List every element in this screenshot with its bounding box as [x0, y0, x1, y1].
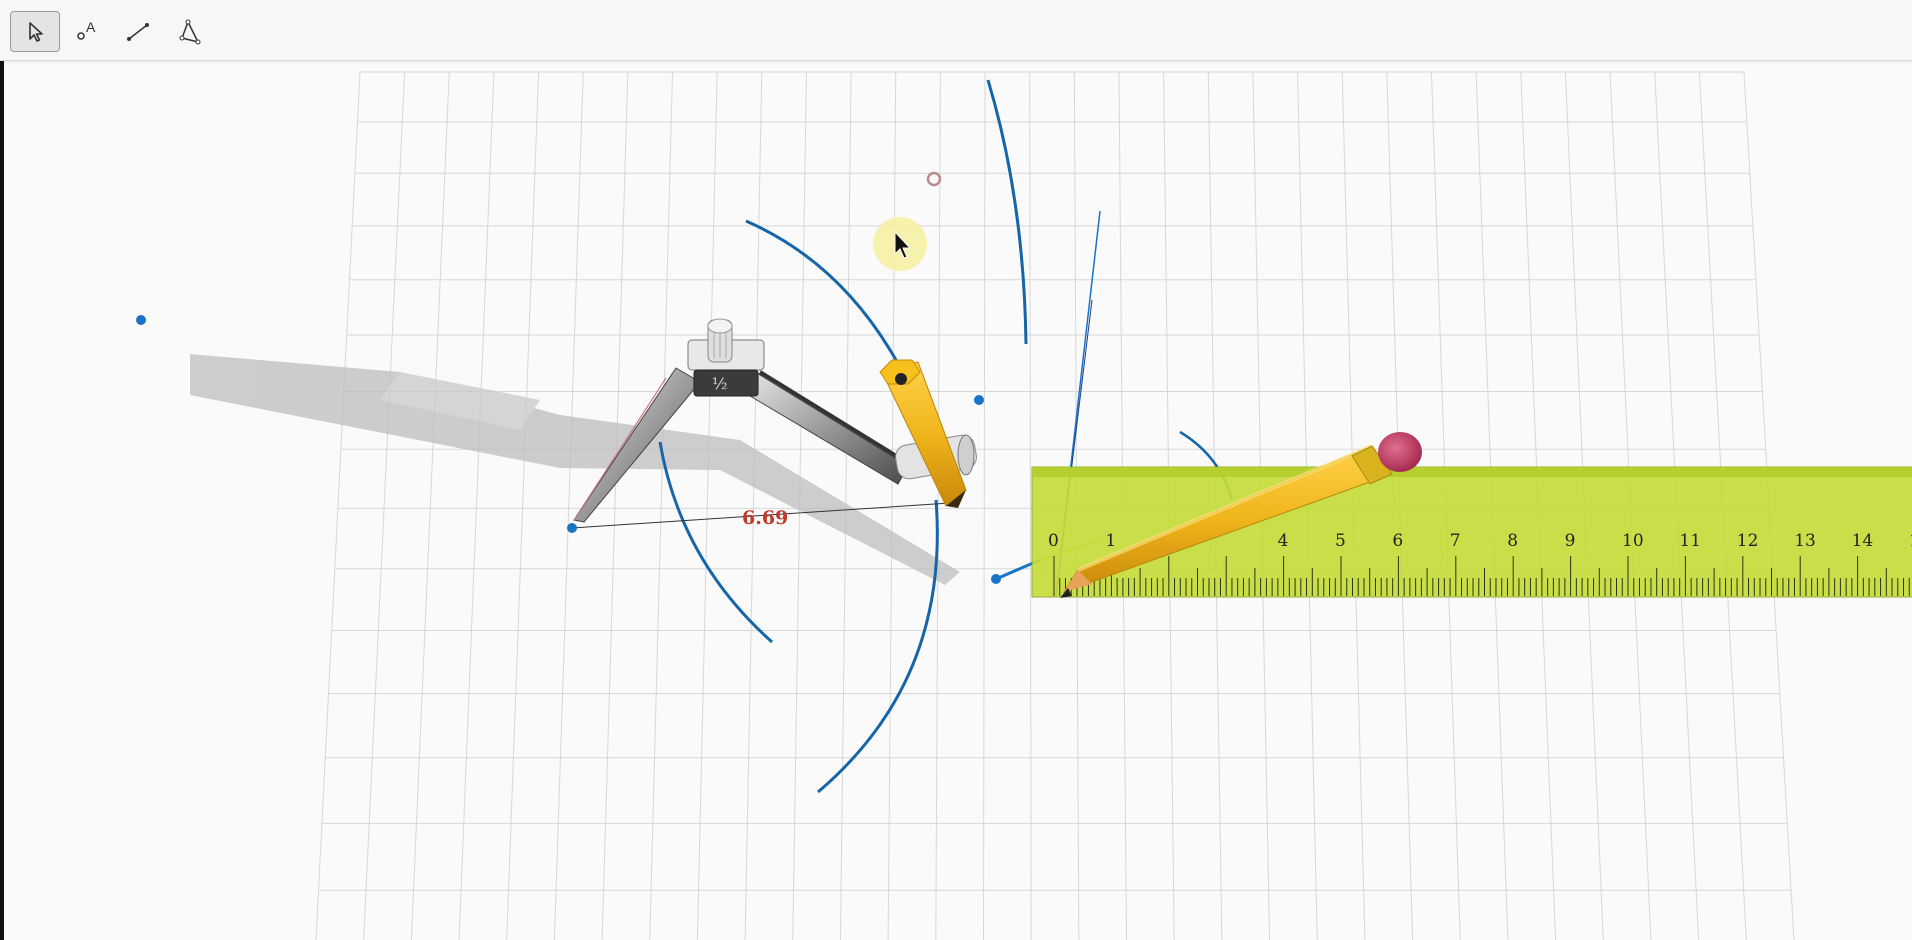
grid-line-vertical — [601, 71, 629, 940]
grid-line-vertical — [363, 71, 406, 940]
polygon-tool-button[interactable] — [164, 11, 214, 52]
point-mid[interactable] — [974, 395, 984, 405]
point-label-icon: A — [77, 19, 96, 40]
point-far-left[interactable] — [136, 315, 146, 325]
ruler-number: 8 — [1507, 531, 1518, 551]
ruler-number: 1 — [1105, 531, 1116, 551]
point-tool-button[interactable]: A — [62, 11, 112, 52]
ruler-number: 0 — [1048, 531, 1059, 551]
polygon-icon — [179, 19, 201, 44]
distance-label: 6.69 — [742, 507, 788, 529]
ruler-number: 9 — [1565, 531, 1576, 551]
ruler-number: 14 — [1852, 531, 1874, 551]
select-tool-button[interactable] — [10, 11, 60, 52]
grid-line-vertical — [982, 71, 986, 940]
grid-line-vertical — [315, 71, 361, 940]
ruler-number: 4 — [1278, 531, 1289, 551]
arc-top-right — [986, 79, 1028, 345]
grid-line-vertical — [458, 71, 495, 940]
grid-line-vertical — [506, 71, 540, 940]
grid-line-vertical — [696, 71, 718, 940]
cursor-arrow-icon — [29, 21, 43, 42]
segment-tool-button[interactable] — [113, 11, 163, 52]
ruler-number: 11 — [1679, 531, 1701, 551]
grid-line-vertical — [410, 71, 450, 940]
grid-line-vertical — [649, 71, 674, 940]
ruler-number: 13 — [1794, 531, 1816, 551]
grid-line-vertical — [887, 71, 897, 940]
compass-hinge-label: ½ — [712, 374, 728, 393]
ruler-number: 5 — [1335, 531, 1346, 551]
point-ray-start[interactable] — [991, 574, 1001, 584]
hover-point-indicator — [926, 171, 942, 187]
ruler-number: 12 — [1737, 531, 1759, 551]
ruler-number: 7 — [1450, 531, 1461, 551]
point-tool-label: A — [86, 19, 96, 35]
ruler-number: 6 — [1392, 531, 1403, 551]
grid-line-vertical — [1029, 71, 1032, 940]
compass-shadow — [190, 354, 960, 585]
ruler-number: 10 — [1622, 531, 1644, 551]
geometry-canvas[interactable]: 6.69 0145678910111213141 ½ — [0, 0, 1912, 940]
line-segment-icon — [127, 22, 149, 41]
grid-line-vertical — [744, 71, 763, 940]
point-compass-needle[interactable] — [567, 523, 577, 533]
grid-line-vertical — [553, 71, 584, 940]
toolbar: A — [0, 0, 1912, 61]
